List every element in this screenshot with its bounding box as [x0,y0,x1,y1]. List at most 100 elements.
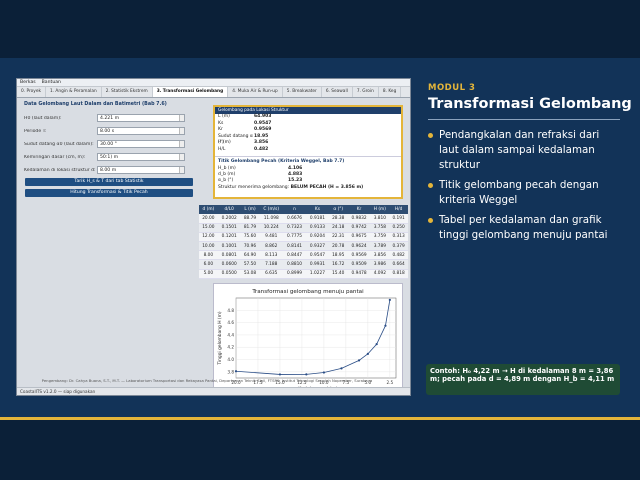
result-row: Kr 0.9569 [215,127,401,134]
table-cell: 3.758 [370,223,390,233]
table-cell: 0.0600 [217,259,241,270]
bullet-dot-icon [428,133,433,138]
wave-chart-svg: Transformasi gelombang menuju pantai Ked… [217,289,397,392]
data-point [305,373,308,376]
table-cell: 3.986 [370,259,390,270]
kemiringan-input[interactable]: 50:1) m [97,153,185,161]
table-row[interactable]: 20.00 0.2002 88.79 11.098 0.6676 0.9181 28.38 0… [199,214,408,224]
table-cell: 0.9478 [347,269,371,279]
h0-input[interactable]: 4.221 m [97,114,185,122]
tab-bar: 0. Proyek 1. Angin & Peramalan 2. Statis… [17,87,410,98]
table-cell: 8.00 [199,250,218,261]
table-row[interactable]: 6.00 0.0600 57.50 7.188 0.8810 0.9931 16.72 0.9… [199,259,408,270]
column-header[interactable]: H (m) [370,205,390,214]
data-point [366,352,369,355]
table-row[interactable]: 10.00 0.1001 70.96 8.862 0.8141 0.9327 20.78 0.… [199,241,408,252]
tab-seawall[interactable]: 6. Seawall [322,87,353,97]
column-header[interactable]: Ks [305,205,329,214]
menu-bar: Berkas Bantuan [17,79,410,87]
table-cell: 0.0500 [217,269,241,279]
table-body: 20.00 0.2002 88.79 11.098 0.6676 0.9181 28.38 0… [199,214,408,279]
y-tick-label: 4.8 [227,308,234,313]
result-heading: Gelombang pada Lokasi Struktur [215,107,401,114]
table-cell: 10.00 [199,241,218,252]
table-cell: 0.8999 [283,269,306,279]
column-header[interactable]: L (m) [240,205,260,214]
table-row[interactable]: 5.00 0.0500 53.08 6.635 0.8999 1.0227 15.40 0.9… [199,269,408,279]
column-header[interactable]: d/L0 [217,205,241,214]
column-header[interactable]: H/d [389,205,408,214]
h0-value: 4.221 m [100,116,120,121]
tab-transformasi[interactable]: 3. Transformasi Gelombang [152,87,229,97]
result-key: Ks [218,120,224,126]
table-row[interactable]: 15.00 0.1501 81.79 10.224 0.7323 0.9133 24.18 0… [199,223,408,233]
tab-groin[interactable]: 7. Groin [353,87,379,97]
data-point [340,367,343,370]
table-cell: 28.38 [328,214,348,224]
tab-proyek[interactable]: 0. Proyek [17,87,46,97]
spin-icon[interactable] [179,128,184,134]
periode-input[interactable]: 8.00 s [97,127,185,135]
table-cell: 8.862 [259,241,284,252]
column-header[interactable]: Kr [347,205,371,214]
example-note: Contoh: H₀ 4,22 m → H di kedalaman 8 m =… [426,364,620,395]
table-cell: 8.113 [259,250,284,261]
table-cell: 0.8447 [283,250,306,261]
result-panel: Gelombang pada Lokasi Struktur L (m) 64.9… [213,105,403,199]
field-label-periode: Periode T: [24,128,47,134]
bullet-item: Titik gelombang pecah dengan kriteria We… [428,178,618,208]
result-row: Sudut datang α (°) 18.95 [215,134,401,146]
table-cell: 9.481 [259,232,284,243]
tab-breakwater[interactable]: 5. Breakwater [283,87,322,97]
table-cell: 16.72 [328,259,348,270]
table-cell: 3.856 [370,250,390,261]
structure-status: Struktur menerima gelombang: BELUM PECAH… [215,185,401,191]
spin-icon[interactable] [179,154,184,160]
table-cell: 24.18 [328,223,348,233]
spin-icon[interactable] [179,115,184,121]
tab-statistik[interactable]: 2. Statistik Ekstrem [102,87,153,97]
tab-angin[interactable]: 1. Angin & Peramalan [46,87,102,97]
field-row-periode: Periode T: 8.00 s [21,126,193,136]
status-value: BELUM PECAH (H = 3.856 m) [290,184,364,190]
table-cell: 0.9931 [305,259,329,270]
kedalaman-input[interactable]: 8.00 m [97,166,185,174]
table-cell: 3.789 [370,241,390,252]
tab-keg[interactable]: 8. Keg [379,87,402,97]
table-cell: 6.635 [259,269,284,279]
result-row: Ks 0.9547 [215,121,401,128]
table-cell: 0.1501 [217,223,241,233]
kedalaman-value: 8.00 m [100,168,117,173]
table-cell: 70.96 [240,241,260,252]
menu-berkas[interactable]: Berkas [20,80,36,85]
table-row[interactable]: 8.00 0.0801 64.90 8.113 0.8447 0.9547 18.95 0.9… [199,250,408,261]
pull-statistics-button[interactable]: Tarik H_s & T dari tab Statistik [25,178,193,186]
chart-title: Transformasi gelombang menuju pantai [251,289,364,295]
table-cell: 0.9675 [347,232,371,243]
result-row: H/L 0.482 [215,147,401,154]
result-key: Kr [218,127,223,133]
y-tick-label: 4.6 [227,320,234,325]
menu-bantuan[interactable]: Bantuan [42,80,61,85]
table-cell: 0.818 [389,269,408,279]
y-tick-label: 4.4 [227,332,234,337]
column-header[interactable]: α (°) [328,205,348,214]
table-cell: 20.00 [199,214,218,224]
column-header[interactable]: d (m) [199,205,218,214]
periode-value: 8.00 s [100,129,115,134]
sudut-input[interactable]: 30.00 ° [97,140,185,148]
table-cell: 0.9569 [347,250,371,261]
table-cell: 3.759 [370,232,390,243]
spin-icon[interactable] [179,141,184,147]
table-cell: 53.08 [240,269,260,279]
column-header[interactable]: C (m/s) [259,205,284,214]
compute-transformation-button[interactable]: Hitung Transformasi & Titik Pecah [25,189,193,197]
field-label-kemiringan: Kemiringan dasar (cm, m): [24,154,86,160]
chart-y-label: Tinggi gelombang H (m) [217,311,223,366]
tab-muka-air[interactable]: 4. Muka Air & Run-up [228,87,283,97]
table-cell: 0.9509 [347,259,371,270]
y-tick-label: 3.8 [227,369,234,374]
table-row[interactable]: 12.00 0.1201 75.60 9.481 0.7775 0.9204 22.31 0.… [199,232,408,243]
spin-icon[interactable] [179,167,184,173]
column-header[interactable]: n [283,205,306,214]
